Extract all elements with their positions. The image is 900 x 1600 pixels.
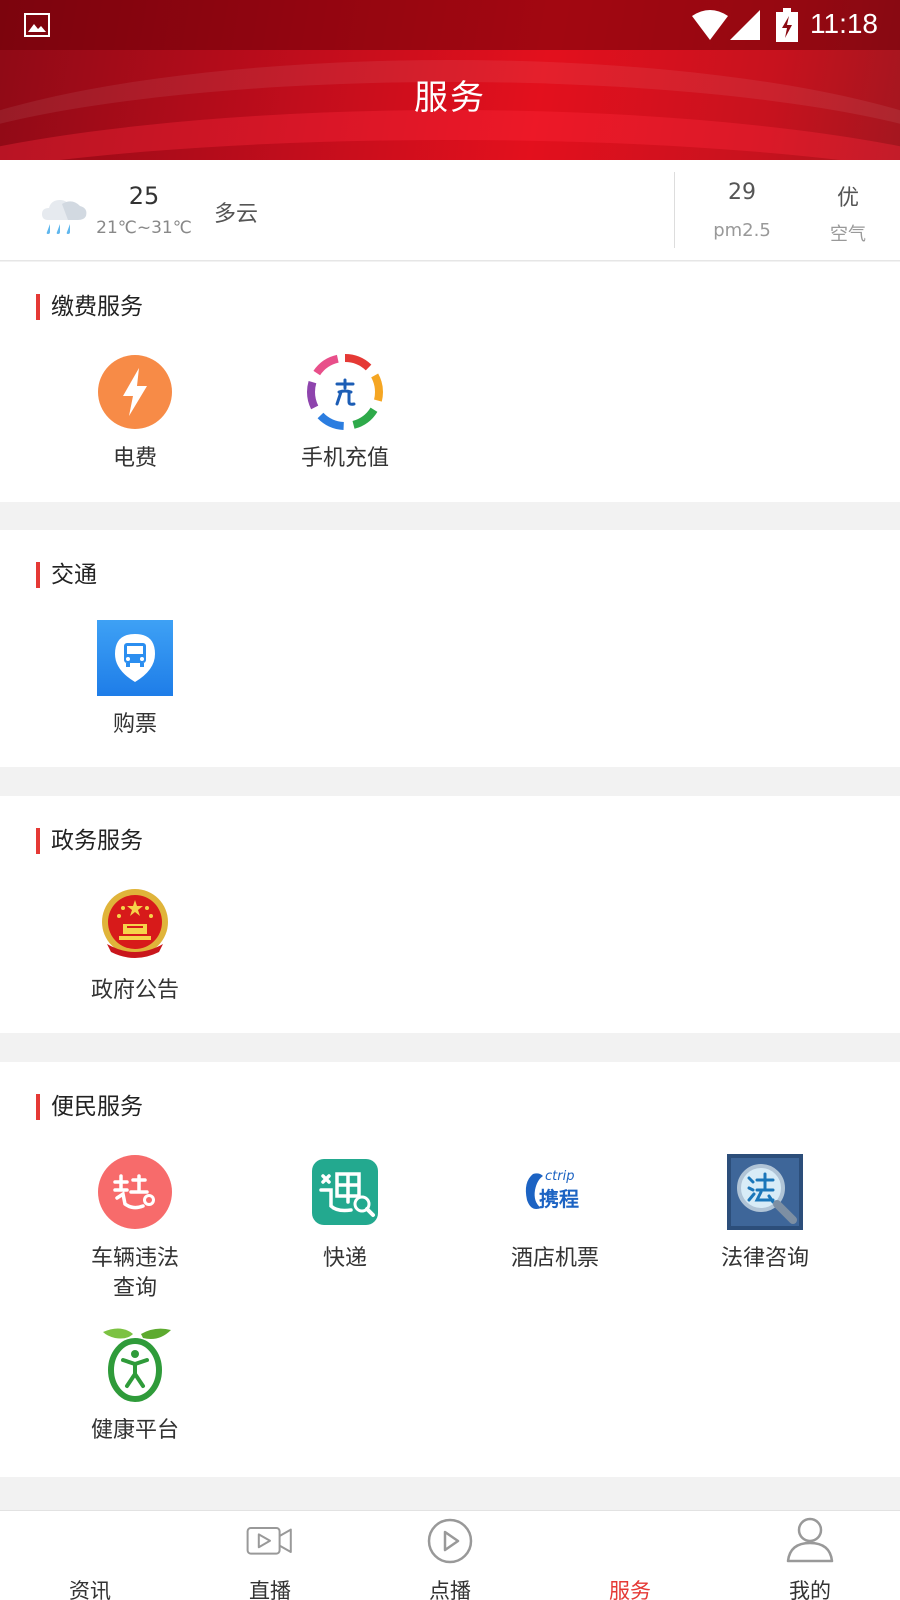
- gallery-notification-icon: [24, 13, 50, 37]
- app-header: 11:18 服务: [0, 0, 900, 160]
- health-platform-icon: [97, 1326, 173, 1402]
- phone-recharge-icon: [307, 354, 383, 430]
- status-clock: 11:18: [810, 8, 878, 39]
- wifi-icon: [692, 10, 728, 40]
- ctrip-icon: ctrip 携程: [517, 1154, 593, 1230]
- page-title: 服务: [414, 78, 486, 118]
- battery-charging-icon: [776, 8, 798, 42]
- traffic-violation-icon: [98, 1155, 172, 1229]
- air-quality-value: 优: [836, 186, 859, 211]
- express-delivery-icon: [312, 1159, 378, 1225]
- section-title: 缴费服务: [36, 294, 143, 320]
- weather-temperature: 25: [128, 182, 160, 210]
- service-label: 购票: [112, 712, 157, 737]
- pm25-value: 29: [728, 180, 756, 205]
- cloud-rain-icon: [42, 200, 87, 234]
- nav-label: 直播: [249, 1579, 291, 1600]
- live-video-icon: [246, 1527, 292, 1555]
- nav-label: 点播: [429, 1579, 471, 1600]
- ctrip-logo-text: ctrip: [545, 1169, 574, 1184]
- section-title: 交通: [36, 562, 97, 588]
- nav-item-service[interactable]: 服务: [540, 1511, 720, 1600]
- service-label: 手机充值: [300, 446, 389, 471]
- ctrip-logo-name: 携程: [539, 1187, 579, 1211]
- section-transport: 交通 购票: [0, 530, 900, 767]
- air-quality-label: 空气: [830, 224, 866, 245]
- nav-item-vod[interactable]: 点播: [360, 1511, 540, 1600]
- service-label: 车辆违法查询: [90, 1246, 179, 1301]
- status-bar: 11:18: [0, 0, 900, 50]
- bottom-nav: 资讯 直播 点播 服务 我的: [0, 1510, 900, 1600]
- section-payment: 缴费服务 电费 手机充值: [0, 262, 900, 502]
- nav-label: 我的: [789, 1579, 831, 1600]
- service-label: 快递: [322, 1246, 367, 1271]
- service-legal[interactable]: 法律咨询: [660, 1154, 870, 1304]
- bus-icon: [97, 620, 173, 696]
- section-government: 政务服务 政府公告: [0, 796, 900, 1033]
- nav-label: 资讯: [69, 1579, 111, 1600]
- service-label: 健康平台: [90, 1418, 179, 1443]
- section-title: 政务服务: [36, 828, 143, 854]
- service-ticket[interactable]: 购票: [30, 620, 240, 750]
- weather-divider: [674, 172, 675, 248]
- service-label: 法律咨询: [720, 1246, 809, 1271]
- national-emblem-icon: [97, 886, 173, 962]
- weather-range: 21℃~31℃: [96, 218, 192, 238]
- service-phone-recharge[interactable]: 手机充值: [240, 354, 450, 484]
- nav-label: 服务: [609, 1579, 651, 1600]
- section-title: 便民服务: [36, 1094, 143, 1120]
- service-electricity[interactable]: 电费: [30, 354, 240, 484]
- pm25-label: pm2.5: [713, 220, 771, 241]
- service-label: 电费: [112, 446, 157, 471]
- service-express[interactable]: 快递: [240, 1154, 450, 1304]
- weather-bar[interactable]: 25 21℃~31℃ 多云 29 pm2.5 优 空气: [0, 160, 900, 261]
- service-label: 酒店机票: [510, 1246, 599, 1271]
- legal-consult-icon: [727, 1154, 803, 1230]
- service-hotel-flight[interactable]: ctrip 携程 酒店机票: [450, 1154, 660, 1304]
- weather-condition: 多云: [214, 202, 259, 227]
- service-gov-notice[interactable]: 政府公告: [30, 886, 240, 1016]
- service-health[interactable]: 健康平台: [30, 1326, 240, 1456]
- nav-item-profile[interactable]: 我的: [720, 1511, 900, 1600]
- service-traffic-violation[interactable]: 车辆违法查询: [30, 1154, 240, 1304]
- section-convenience: 便民服务 车辆违法查询 快递 ctrip 携程 酒店机票 法律咨询 健康平台: [0, 1062, 900, 1477]
- signal-icon: [730, 10, 760, 40]
- nav-item-news[interactable]: 资讯: [0, 1511, 180, 1600]
- nav-item-live[interactable]: 直播: [180, 1511, 360, 1600]
- profile-icon: [786, 1517, 834, 1563]
- play-icon: [427, 1518, 473, 1564]
- lightning-icon: [98, 355, 172, 429]
- service-label: 政府公告: [90, 978, 179, 1003]
